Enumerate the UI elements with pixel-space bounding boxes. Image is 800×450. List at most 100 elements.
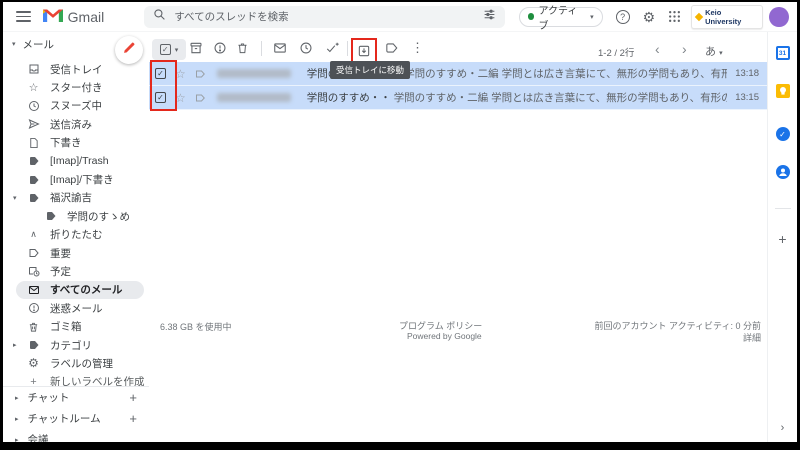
- gmail-m-icon: [43, 7, 63, 27]
- gear-icon: ⚙: [26, 356, 41, 370]
- report-spam-button[interactable]: [213, 41, 227, 55]
- status-label: アクティブ: [538, 2, 586, 32]
- mark-read-button[interactable]: [273, 41, 287, 55]
- sidebar-bottom-sections: ▸ チャット + ▸ チャットルーム + ▸ 会議: [3, 386, 149, 442]
- search-icon[interactable]: [153, 8, 166, 26]
- new-room-button[interactable]: +: [129, 411, 137, 426]
- sidebar-list: 受信トレイ ☆ スター付き スヌーズ中 送信済み 下書き [Imap]/Tras…: [3, 54, 149, 391]
- new-chat-button[interactable]: +: [129, 390, 137, 405]
- sidebar-item-sent[interactable]: 送信済み: [3, 115, 149, 133]
- sidebar-item-collapse[interactable]: ∧ 折りたたむ: [3, 226, 149, 244]
- collapse-icon: ∧: [26, 229, 41, 240]
- active-status-dot: [528, 13, 535, 20]
- last-activity-label: 前回のアカウント アクティビティ: 0 分前: [595, 319, 761, 332]
- row-checkbox[interactable]: ✓: [155, 68, 166, 79]
- sender-redacted: [217, 93, 291, 102]
- gmail-app: Gmail すべてのスレッドを検索 アクティブ ▾ ? ⚙: [3, 2, 797, 442]
- email-row[interactable]: ✓ ☆ 学問のすすめ・・ 学問のすすめ・二編 学問とは広き言葉にて、無形の学問も…: [149, 86, 767, 110]
- sidebar: ▾ メール 受信トレイ ☆ スター付き スヌーズ中 送信済み 下書き: [3, 32, 149, 442]
- newer-page-button[interactable]: ‹: [655, 41, 660, 57]
- sender-redacted: [217, 69, 291, 78]
- snooze-button[interactable]: [299, 41, 313, 55]
- trash-icon: [26, 321, 41, 333]
- storage-usage-label: 6.38 GB を使用中: [160, 320, 232, 333]
- sidebar-section-meet[interactable]: ▸ 会議: [3, 429, 149, 442]
- status-selector[interactable]: アクティブ ▾: [519, 7, 603, 27]
- gmail-logo: Gmail: [43, 7, 105, 27]
- select-all-button[interactable]: ✓ ▾: [152, 39, 186, 60]
- delete-button[interactable]: [236, 41, 249, 55]
- chevron-down-icon: ▾: [590, 13, 594, 21]
- sidebar-item-fukuzawa[interactable]: ▾ 福沢諭吉: [3, 189, 149, 207]
- select-all-checkbox[interactable]: ✓: [160, 44, 171, 55]
- tasks-icon[interactable]: ✓: [776, 127, 790, 141]
- email-snippet: 学問のすすめ・二編 学問とは広き言葉にて、無形の学問もあり、有形の学問もあ..: [404, 68, 727, 80]
- labels-button[interactable]: [384, 41, 399, 55]
- email-list: ✓ ☆ 学問のすすめ・二編 学問のすすめ・二編 学問とは広き言葉にて、無形の学問…: [149, 62, 767, 110]
- older-page-button[interactable]: ›: [682, 41, 687, 57]
- compose-button[interactable]: [115, 36, 143, 64]
- toolbar-divider: [347, 41, 348, 56]
- sidebar-item-categories[interactable]: ▸ カテゴリ: [3, 336, 149, 354]
- sidebar-section-chat[interactable]: ▸ チャット +: [3, 387, 149, 408]
- app-title: Gmail: [68, 9, 105, 25]
- email-row[interactable]: ✓ ☆ 学問のすすめ・二編 学問のすすめ・二編 学問とは広き言葉にて、無形の学問…: [149, 62, 767, 86]
- search-input[interactable]: すべてのスレッドを検索: [174, 9, 482, 24]
- search-options-icon[interactable]: [483, 8, 496, 26]
- input-tools-button[interactable]: あ ▾: [705, 43, 723, 59]
- sidebar-item-starred[interactable]: ☆ スター付き: [3, 78, 149, 96]
- star-icon[interactable]: ☆: [175, 67, 186, 81]
- main-menu-icon[interactable]: [16, 11, 31, 22]
- settings-gear-icon[interactable]: ⚙: [643, 10, 656, 24]
- help-button[interactable]: ?: [616, 10, 630, 24]
- calendar-icon[interactable]: 31: [776, 46, 790, 60]
- get-addons-button[interactable]: +: [778, 231, 786, 247]
- chevron-down-icon: ▾: [719, 50, 723, 57]
- archive-button[interactable]: [189, 41, 203, 55]
- all-mail-icon: [26, 284, 41, 296]
- sidebar-item-drafts[interactable]: 下書き: [3, 134, 149, 152]
- header: Gmail すべてのスレッドを検索 アクティブ ▾ ? ⚙: [3, 2, 797, 32]
- contacts-icon[interactable]: [776, 165, 790, 184]
- important-icon: [26, 247, 41, 259]
- chevron-right-icon[interactable]: ▸: [13, 341, 17, 349]
- clock-icon: [26, 100, 41, 112]
- powered-by-label: Powered by Google: [407, 331, 482, 341]
- star-icon[interactable]: ☆: [175, 91, 186, 105]
- more-options-button[interactable]: ⋮: [411, 40, 424, 56]
- sidebar-item-manage-labels[interactable]: ⚙ ラベルの管理: [3, 354, 149, 372]
- spam-icon: [26, 302, 41, 314]
- importance-marker-icon[interactable]: [194, 92, 207, 104]
- email-subject: 学問のすすめ・・: [307, 92, 391, 104]
- chevron-down-icon[interactable]: ▾: [13, 194, 17, 202]
- search-bar[interactable]: すべてのスレッドを検索: [144, 6, 504, 28]
- hide-side-panel-button[interactable]: ›: [781, 422, 785, 434]
- inbox-icon: [26, 63, 41, 75]
- pencil-icon: [123, 41, 136, 59]
- row-checkbox[interactable]: ✓: [155, 92, 166, 103]
- sidebar-item-spam[interactable]: 迷惑メール: [3, 299, 149, 317]
- side-panel-divider: [775, 208, 791, 209]
- sidebar-item-imap-trash[interactable]: [Imap]/Trash: [3, 152, 149, 170]
- sidebar-item-gakumon[interactable]: 学問のすゝめ: [3, 207, 149, 225]
- pagination-label: 1-2 / 2行: [598, 45, 634, 59]
- sidebar-section-chat-rooms[interactable]: ▸ チャットルーム +: [3, 408, 149, 429]
- sidebar-item-snoozed[interactable]: スヌーズ中: [3, 97, 149, 115]
- sidebar-item-important[interactable]: 重要: [3, 244, 149, 262]
- draft-icon: [26, 137, 41, 149]
- main-footer: 6.38 GB を使用中 プログラム ポリシー Powered by Googl…: [149, 315, 767, 345]
- details-link[interactable]: 詳細: [743, 331, 761, 344]
- scheduled-icon: [26, 265, 41, 277]
- account-avatar[interactable]: [769, 7, 789, 27]
- sidebar-item-imap-drafts[interactable]: [Imap]/下書き: [3, 170, 149, 188]
- chevron-down-icon[interactable]: ▾: [175, 46, 179, 54]
- add-to-tasks-button[interactable]: [325, 41, 340, 55]
- sidebar-item-all-mail[interactable]: すべてのメール: [3, 281, 149, 299]
- google-apps-grid-icon[interactable]: [668, 10, 681, 23]
- sidebar-item-scheduled[interactable]: 予定: [3, 262, 149, 280]
- importance-marker-icon[interactable]: [194, 68, 207, 80]
- label-icon: [43, 210, 58, 222]
- keep-icon[interactable]: [776, 84, 790, 103]
- sidebar-item-trash[interactable]: ゴミ箱: [3, 317, 149, 335]
- email-text: 学問のすすめ・・ 学問のすすめ・二編 学問とは広き言葉にて、無形の学問もあり、有…: [307, 90, 727, 105]
